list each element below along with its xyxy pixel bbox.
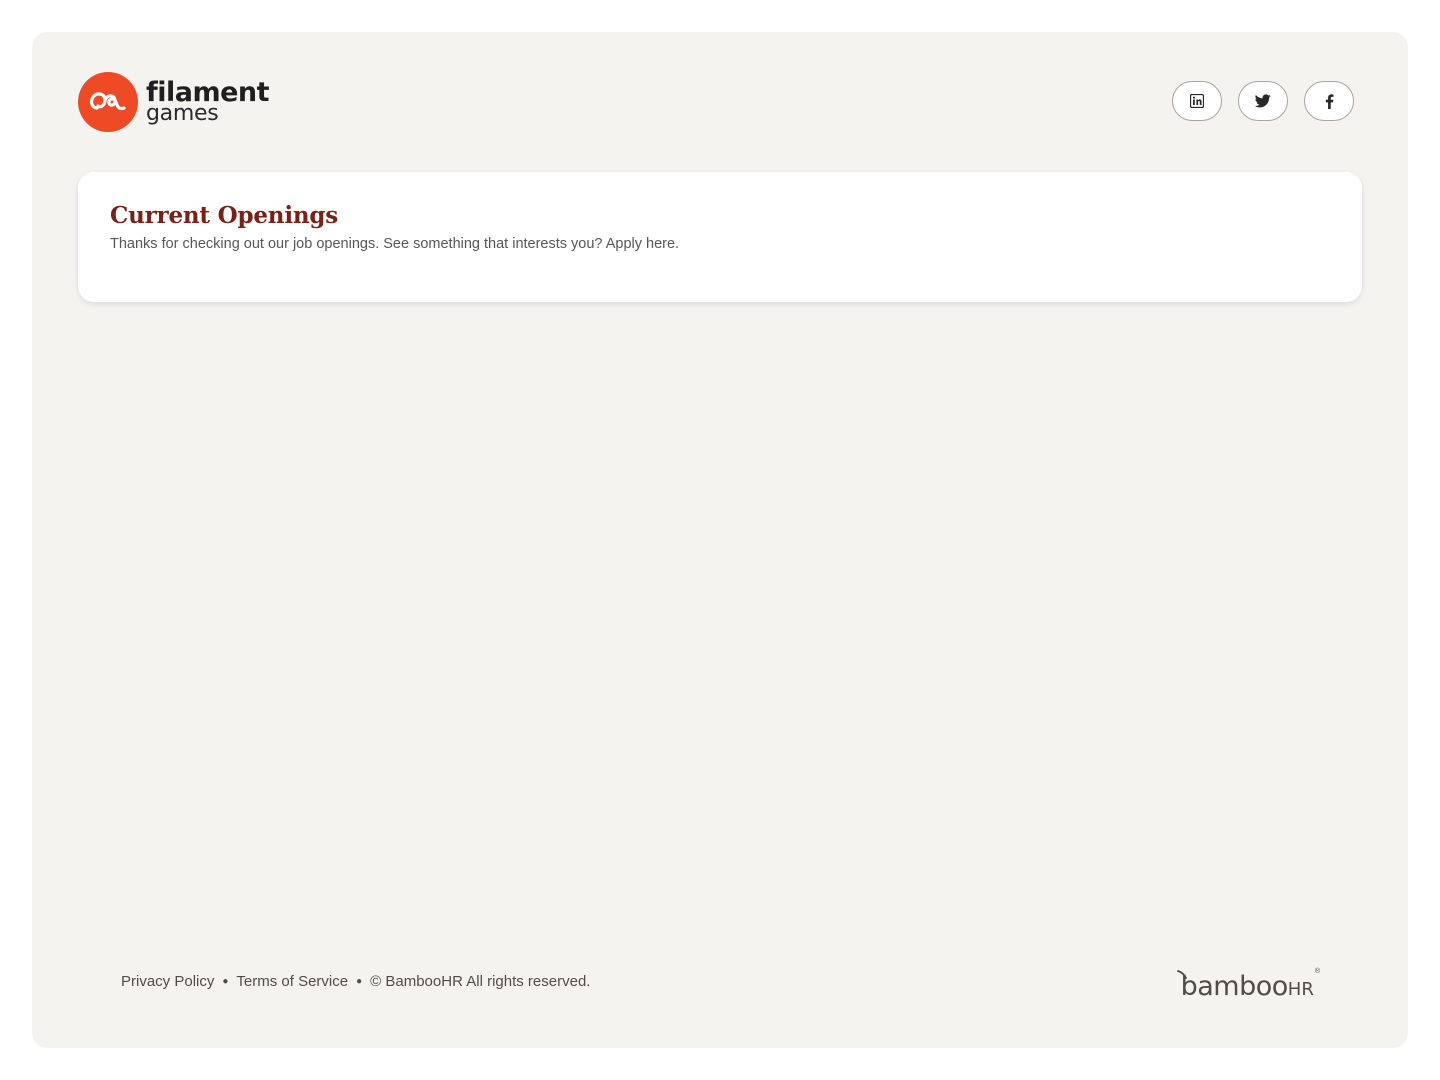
company-logo[interactable]: filament games: [78, 72, 270, 132]
terms-of-service-link[interactable]: Terms of Service: [236, 973, 348, 990]
page-frame: filament games Current Openings Thanks f…: [32, 32, 1408, 1048]
logo-wordmark: filament games: [146, 79, 270, 126]
filament-logo-icon: [78, 72, 138, 132]
bamboo-leaf-icon: [1176, 970, 1187, 979]
twitter-button[interactable]: [1238, 81, 1288, 121]
copyright-text: © BambooHR All rights reserved.: [370, 973, 591, 990]
trademark-mark: ®: [1314, 968, 1320, 975]
linkedin-button[interactable]: [1172, 81, 1222, 121]
facebook-button[interactable]: [1304, 81, 1354, 121]
bamboohr-wordmark: bamboo: [1180, 971, 1289, 1002]
logo-line2: games: [146, 101, 219, 126]
social-links: [1172, 81, 1354, 121]
twitter-icon: [1255, 94, 1271, 108]
facebook-icon: [1325, 93, 1333, 109]
bamboohr-suffix: HR: [1287, 979, 1314, 1000]
header: filament games: [78, 72, 1354, 132]
separator-dot: ●: [222, 976, 229, 987]
separator-dot: ●: [356, 976, 363, 987]
linkedin-icon: [1190, 94, 1204, 108]
openings-card: Current Openings Thanks for checking out…: [78, 172, 1362, 302]
openings-description: Thanks for checking out our job openings…: [110, 236, 680, 252]
footer-links: Privacy Policy ● Terms of Service ● © Ba…: [121, 973, 590, 990]
bamboohr-logo[interactable]: bamboo HR ®: [1176, 968, 1320, 1002]
privacy-policy-link[interactable]: Privacy Policy: [121, 973, 214, 990]
page-title: Current Openings: [110, 202, 339, 229]
